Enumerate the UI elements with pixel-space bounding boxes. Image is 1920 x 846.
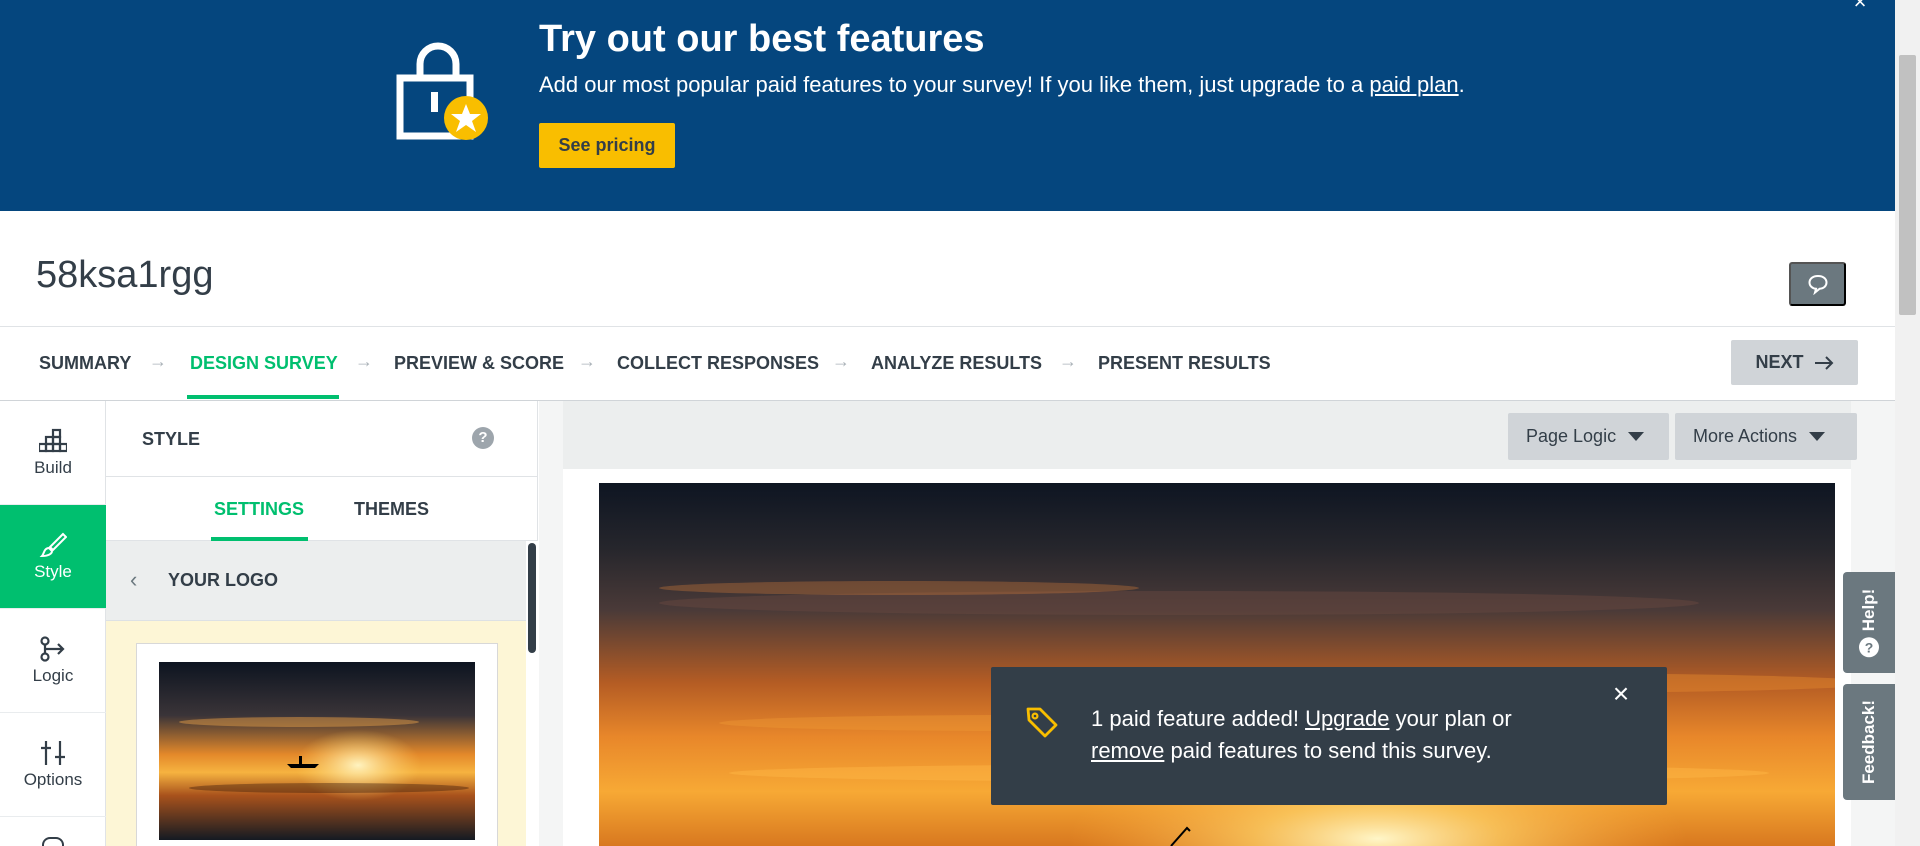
banner-text: Add our most popular paid features to yo…: [539, 72, 1465, 98]
scrollbar-thumb[interactable]: [1899, 55, 1916, 315]
rail-item-label: Style: [34, 561, 72, 581]
your-logo-label: YOUR LOGO: [168, 570, 279, 590]
page-logic-button[interactable]: Page Logic: [1508, 413, 1669, 460]
upgrade-link[interactable]: Upgrade: [1305, 706, 1389, 731]
page-logic-label: Page Logic: [1526, 426, 1617, 446]
step-summary[interactable]: SUMMARY: [39, 353, 131, 374]
rail-item-label: Options: [23, 769, 83, 789]
toast-text: paid features to send this survey.: [1164, 738, 1492, 763]
caret-down-icon: [1809, 432, 1826, 441]
help-tab[interactable]: ? Help!: [1843, 572, 1895, 673]
promo-banner: Try out our best features Add our most p…: [0, 0, 1895, 211]
panel-title: STYLE: [142, 429, 201, 449]
help-tab-content: ? Help!: [1859, 588, 1879, 657]
lock-star-icon: [396, 42, 488, 140]
arrow-right-icon: [1814, 355, 1833, 370]
feedback-tab-content: Feedback!: [1859, 700, 1879, 784]
banner-close-icon[interactable]: ×: [1848, 0, 1872, 16]
logo-image: [159, 662, 475, 840]
remove-link[interactable]: remove: [1091, 738, 1164, 763]
canvas-toolbar: Page Logic More Actions: [563, 401, 1857, 469]
toast-text: your plan or: [1389, 706, 1512, 731]
logo-area: [106, 621, 530, 846]
rail-item-more[interactable]: [0, 817, 106, 846]
paid-plan-link[interactable]: paid plan: [1369, 72, 1458, 97]
more-actions-button[interactable]: More Actions: [1675, 413, 1857, 460]
style-panel: STYLE ? SETTINGS THEMES ‹ YOUR LOGO: [106, 401, 538, 846]
survey-title: 58ksa1rgg: [36, 254, 214, 296]
next-label: NEXT: [1755, 352, 1804, 372]
build-icon: [39, 428, 67, 452]
toast-close-icon[interactable]: ×: [1609, 680, 1633, 708]
page-scrollbar[interactable]: [1895, 0, 1920, 846]
comments-button[interactable]: [1789, 262, 1846, 306]
rail-item-label: Logic: [32, 665, 74, 685]
comment-bubble-icon: [1807, 274, 1828, 295]
question-circle-icon: ?: [1859, 636, 1879, 657]
your-logo-back-row[interactable]: ‹ YOUR LOGO: [106, 541, 538, 621]
rail-item-style[interactable]: Style: [0, 505, 106, 609]
panel-header: STYLE ?: [106, 401, 538, 477]
step-arrow-icon: →: [1059, 351, 1077, 371]
step-present-results[interactable]: PRESENT RESULTS: [1098, 353, 1271, 374]
step-preview-score[interactable]: PREVIEW & SCORE: [394, 353, 564, 374]
panel-tabs: SETTINGS THEMES: [106, 477, 538, 541]
step-arrow-icon: →: [355, 351, 373, 371]
next-button[interactable]: NEXT: [1731, 340, 1858, 385]
caret-down-icon: [1628, 432, 1645, 441]
panel-scrollbar-thumb[interactable]: [528, 543, 536, 653]
rail-item-options[interactable]: Options: [0, 713, 106, 817]
chevron-left-icon[interactable]: ‹: [130, 567, 137, 593]
step-collect-responses[interactable]: COLLECT RESPONSES: [617, 353, 819, 374]
more-actions-label: More Actions: [1693, 426, 1798, 446]
help-tab-label: Help!: [1859, 588, 1878, 631]
feedback-tab-label: Feedback!: [1859, 699, 1878, 785]
active-step-indicator: [187, 395, 339, 399]
step-arrow-icon: →: [578, 351, 596, 371]
paid-feature-toast: 1 paid feature added! Upgrade your plan …: [991, 667, 1667, 805]
step-arrow-icon: →: [832, 351, 850, 371]
feedback-tab[interactable]: Feedback!: [1843, 684, 1895, 800]
banner-text-end: .: [1458, 72, 1465, 97]
toast-text: 1 paid feature added!: [1091, 706, 1306, 731]
toast-message: 1 paid feature added! Upgrade your plan …: [1091, 703, 1591, 767]
step-design-survey[interactable]: DESIGN SURVEY: [190, 353, 338, 374]
banner-text-body: Add our most popular paid features to yo…: [539, 72, 1370, 97]
tab-themes[interactable]: THEMES: [354, 499, 429, 520]
help-icon[interactable]: ?: [472, 427, 494, 449]
step-arrow-icon: →: [149, 351, 167, 371]
banner-title: Try out our best features: [539, 18, 985, 60]
tab-settings[interactable]: SETTINGS: [214, 499, 304, 520]
logo-preview-card[interactable]: [136, 643, 498, 846]
panel-scrollbar[interactable]: [526, 541, 538, 846]
step-analyze-results[interactable]: ANALYZE RESULTS: [871, 353, 1042, 374]
steps-nav: SUMMARY → DESIGN SURVEY → PREVIEW & SCOR…: [0, 327, 1895, 400]
tool-rail: Build Style Logic Options: [0, 401, 106, 846]
price-tag-icon: [1026, 707, 1058, 738]
rail-item-build[interactable]: Build: [0, 401, 106, 505]
rail-item-label: Build: [34, 457, 72, 477]
rail-item-logic[interactable]: Logic: [0, 609, 106, 713]
sliders-icon: [41, 740, 65, 765]
logic-icon: [40, 635, 65, 662]
see-pricing-button[interactable]: See pricing: [539, 123, 675, 168]
paintbrush-icon: [39, 532, 67, 557]
rail-more-icon: [42, 837, 64, 846]
